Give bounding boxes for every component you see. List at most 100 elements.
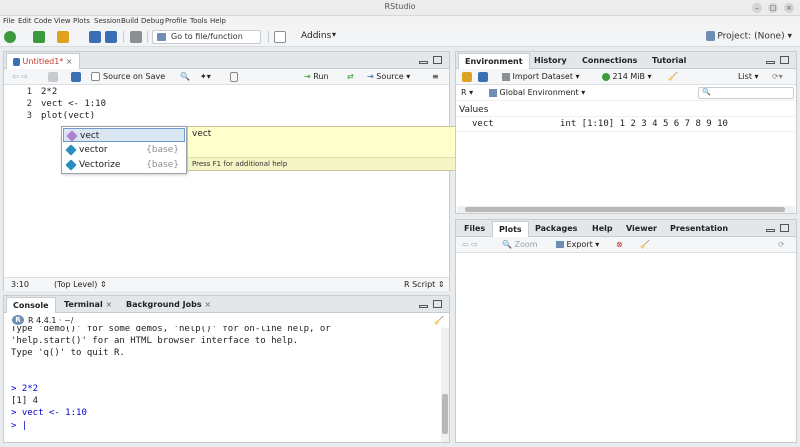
autocomplete-item[interactable]: vector {base} [63,143,185,157]
tab-viewer[interactable]: Viewer [620,221,663,237]
goto-arrow-icon [157,33,166,41]
tab-files[interactable]: Files [458,221,491,237]
tab-help[interactable]: Help [586,221,619,237]
maximize-button[interactable]: □ [768,3,778,13]
autocomplete-package: {base} [146,160,179,170]
line-number: 2 [26,99,32,109]
editor-toolbar: ⇦ ⇨ Source on Save 🔍 ✦▾ ⇥ Run ⇄ ⇥ Source… [4,69,449,85]
rerun-icon[interactable]: ⇄ [347,69,354,85]
minimize-pane-icon[interactable] [419,61,428,64]
maximize-pane-icon[interactable] [433,56,442,64]
source-on-save-checkbox[interactable] [91,72,100,81]
save-icon[interactable] [71,72,81,82]
console-output[interactable]: Type 'demo()' for some demos, 'help()' f… [4,326,439,442]
tab-presentation[interactable]: Presentation [664,221,734,237]
refresh-icon[interactable]: ⟳ [778,237,785,253]
close-icon[interactable]: × [105,300,112,309]
save-icon[interactable] [89,31,101,43]
autocomplete-item[interactable]: Vectorize {base} [63,158,185,172]
menu-file[interactable]: File [3,16,15,27]
refresh-icon[interactable]: ⟳▾ [772,69,783,85]
new-project-icon[interactable] [33,31,45,43]
menu-profile[interactable]: Profile [165,16,187,27]
menu-plots[interactable]: Plots [73,16,90,27]
back-arrow-icon[interactable]: ⇦ ⇨ [12,69,28,85]
menu-help[interactable]: Help [210,16,226,27]
autocomplete-item[interactable]: vect [63,128,185,142]
print-icon[interactable] [130,31,142,43]
save-workspace-icon[interactable] [478,72,488,82]
tab-console[interactable]: Console [6,297,56,314]
memory-usage-button[interactable]: 214 MiB ▾ [602,69,652,85]
console-prompt[interactable]: > | [11,420,27,432]
goto-file-input[interactable]: Go to file/function [152,30,261,44]
env-variable-name[interactable]: vect [472,118,494,130]
outline-icon[interactable] [230,72,238,82]
menu-debug[interactable]: Debug [141,16,164,27]
search-icon[interactable]: 🔍 [180,69,190,85]
tab-history[interactable]: History [528,53,573,69]
close-button[interactable]: × [784,3,794,13]
tab-terminal[interactable]: Terminal × [58,297,118,313]
open-file-icon[interactable] [57,31,69,43]
export-button[interactable]: Export ▾ [556,237,599,253]
scrollbar-thumb[interactable] [465,207,785,212]
clear-objects-icon[interactable]: 🧹 [668,69,678,85]
minimize-pane-icon[interactable] [766,229,775,232]
scrollbar-thumb[interactable] [442,394,448,434]
help-title: vect [192,129,212,139]
menu-view[interactable]: View [54,16,71,27]
filetype-dropdown[interactable]: R Script ⇕ [404,278,445,292]
zoom-button[interactable]: 🔍 Zoom [502,237,538,253]
tab-untitled1[interactable]: Untitled1* × [6,53,80,70]
scope-dropdown[interactable]: (Top Level) ⇕ [54,278,107,292]
language-dropdown[interactable]: R ▾ [461,85,473,101]
back-arrow-icon[interactable]: ⇦ ⇨ [462,237,478,253]
maximize-pane-icon[interactable] [433,300,442,308]
run-button[interactable]: ⇥ Run [304,69,329,85]
wand-icon[interactable]: ✦▾ [200,69,211,85]
tab-environment[interactable]: Environment [458,53,530,70]
environment-icon [489,88,497,97]
menu-tools[interactable]: Tools [190,16,207,27]
tab-plots[interactable]: Plots [492,221,529,238]
minimize-pane-icon[interactable] [766,61,775,64]
env-variable-value: int [1:10] 1 2 3 4 5 6 7 8 9 10 [560,119,728,129]
tab-tutorial[interactable]: Tutorial [646,53,692,69]
remove-plot-icon[interactable]: ⊗ [616,237,623,253]
minimize-pane-icon[interactable] [419,305,428,308]
import-dataset-button[interactable]: Import Dataset ▾ [502,69,580,85]
close-icon[interactable]: × [66,57,73,66]
environment-hscrollbar[interactable] [457,206,795,213]
show-in-window-icon[interactable] [48,72,58,82]
project-menu[interactable]: Project: (None) ▾ [705,31,792,42]
source-on-save-label: Source on Save [103,72,166,81]
clear-plots-icon[interactable]: 🧹 [640,237,650,253]
save-all-icon[interactable] [105,31,117,43]
menu-code[interactable]: Code [34,16,52,27]
list-view-dropdown[interactable]: List ▾ [738,69,759,85]
load-workspace-icon[interactable] [462,72,472,82]
environment-search-input[interactable]: 🔍 [698,87,794,99]
minimize-button[interactable]: – [752,3,762,13]
tab-packages[interactable]: Packages [529,221,583,237]
tab-background-jobs[interactable]: Background Jobs × [120,297,217,313]
close-icon[interactable]: × [204,300,211,309]
maximize-pane-icon[interactable] [780,224,789,232]
menu-edit[interactable]: Edit [18,16,32,27]
options-icon[interactable]: ≡ [432,69,439,85]
grid-icon[interactable] [274,31,286,43]
memory-label: 214 MiB [612,72,645,81]
tab-connections[interactable]: Connections [576,53,643,69]
addins-button[interactable]: Addins [301,31,331,41]
import-dataset-label: Import Dataset [512,72,573,81]
console-scrollbar[interactable] [441,328,449,442]
function-icon [65,159,77,171]
new-file-icon[interactable] [4,31,16,43]
menu-build[interactable]: Build [121,16,139,27]
source-button[interactable]: ⇥ Source ▾ [367,69,410,85]
maximize-pane-icon[interactable] [780,56,789,64]
menu-session[interactable]: Session [94,16,121,27]
scope-dropdown[interactable]: Global Environment ▾ [489,85,585,101]
line-number: 3 [26,111,32,121]
